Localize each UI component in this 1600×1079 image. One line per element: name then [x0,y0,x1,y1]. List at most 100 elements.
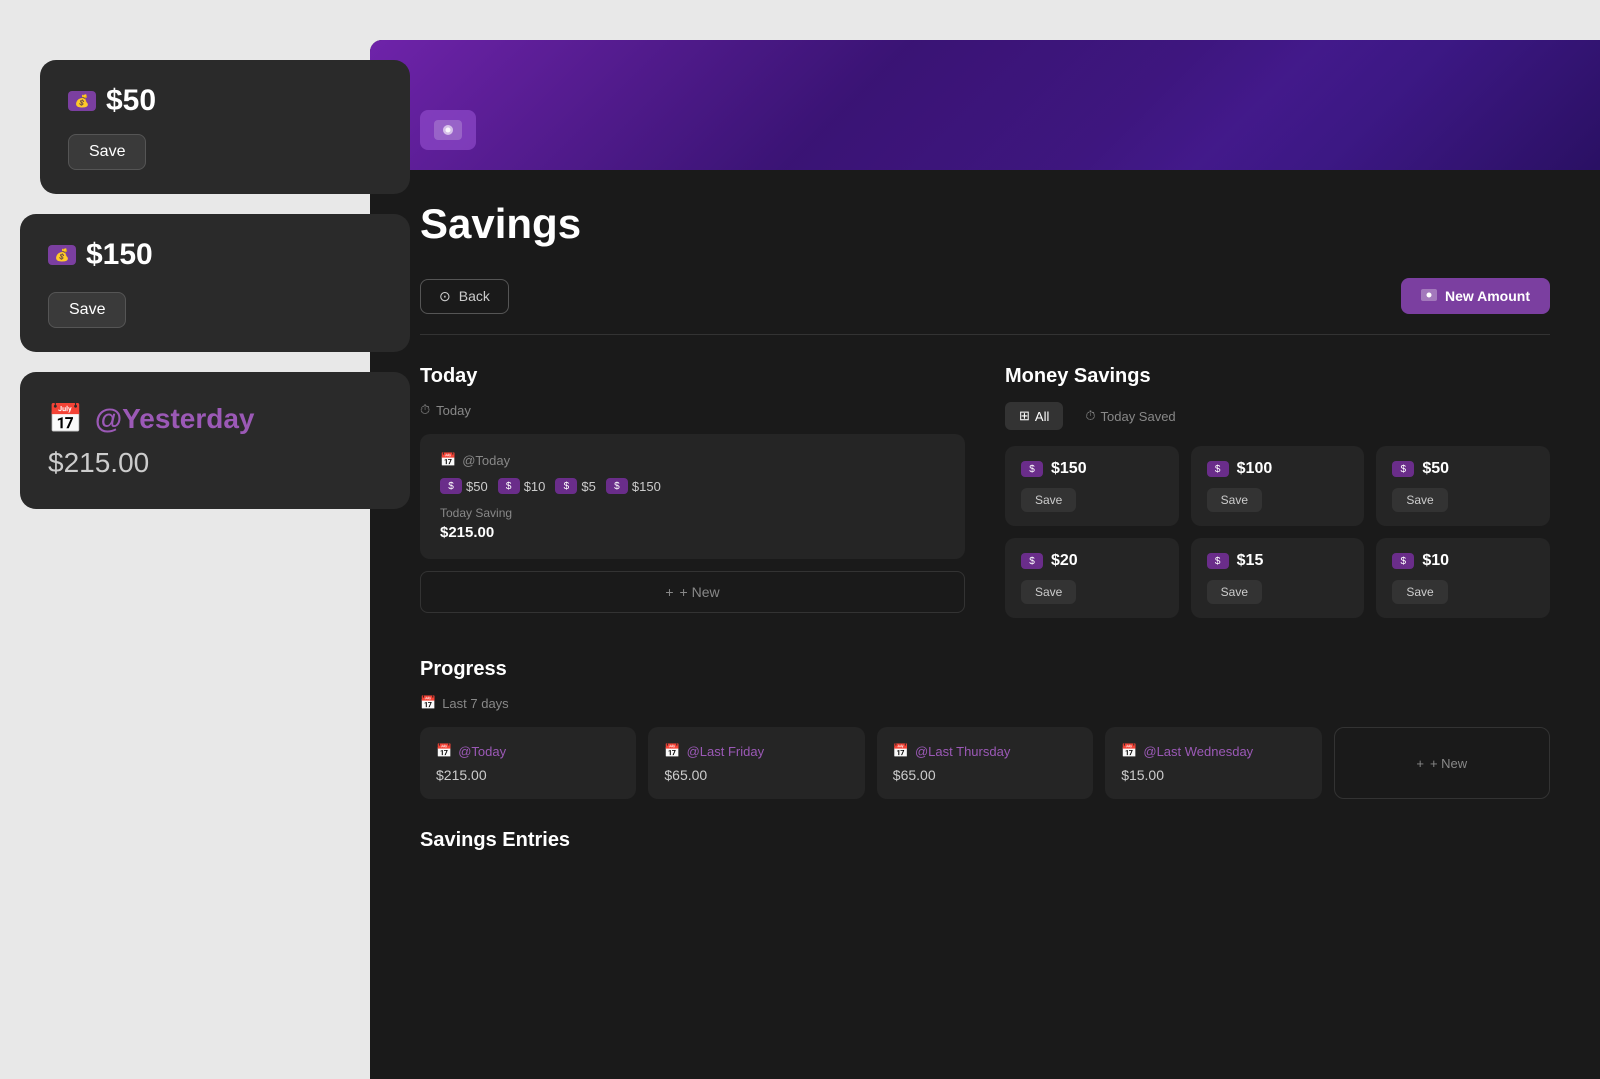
money-save-2[interactable]: Save [1392,488,1447,512]
progress-card-2: 📅 @Last Thursday $65.00 [877,727,1093,799]
progress-card-1: 📅 @Last Friday $65.00 [648,727,864,799]
today-section: Today ⏱ Today 📅 @Today $$50 [420,365,965,618]
plus-icon-prog: + [1416,756,1424,771]
chip-150: $$150 [606,478,661,494]
content-area: Savings ⊙ Back New Amount Today [370,170,1600,1079]
money-amount-4: $15 [1237,552,1264,570]
money-amount-3: $20 [1051,552,1078,570]
progress-value-3: $15.00 [1121,767,1305,783]
money-savings-section: Money Savings ⊞ All ⏱ Today Saved $ [1005,365,1550,618]
money-save-1[interactable]: Save [1207,488,1262,512]
calendar-icon-prog: 📅 [420,695,436,711]
cal-icon-p3: 📅 [1121,743,1137,759]
left-cards: 💰 $50 Save 💰 $150 Save 📅 @Yesterday $215… [0,60,410,529]
chip-5: $$5 [555,478,595,494]
float-card-50: 💰 $50 Save [40,60,410,194]
new-amount-button[interactable]: New Amount [1401,278,1550,314]
tab-all[interactable]: ⊞ All [1005,402,1063,430]
progress-value-0: $215.00 [436,767,620,783]
money-card-0: $ $150 Save [1005,446,1179,526]
saving-label: Today Saving [440,506,945,520]
money-save-4[interactable]: Save [1207,580,1262,604]
float-save-btn-1[interactable]: Save [68,134,146,170]
toolbar: ⊙ Back New Amount [420,278,1550,335]
float-card-yesterday: 📅 @Yesterday $215.00 [20,372,410,509]
cal-icon-p0: 📅 [436,743,452,759]
money-amount-0: $150 [1051,460,1087,478]
today-card: 📅 @Today $$50 $$10 $$5 [420,434,965,559]
two-col-layout: Today ⏱ Today 📅 @Today $$50 [420,365,1550,618]
money-card-5: $ $10 Save [1376,538,1550,618]
savings-tabs: ⊞ All ⏱ Today Saved [1005,402,1550,430]
money-card-4: $ $15 Save [1191,538,1365,618]
main-panel: Savings ⊙ Back New Amount Today [370,40,1600,1079]
savings-entries-title: Savings Entries [420,829,1550,852]
progress-value-2: $65.00 [893,767,1077,783]
money-amount-5: $10 [1422,552,1449,570]
money-card-1: $ $100 Save [1191,446,1365,526]
progress-section: Progress 📅 Last 7 days 📅 @Today $215.00 … [420,658,1550,799]
today-card-header: 📅 @Today [440,452,945,468]
money-card-3: $ $20 Save [1005,538,1179,618]
float-date-label: @Yesterday [95,403,255,435]
money-icon-g0: $ [1021,461,1043,477]
today-amounts: $$50 $$10 $$5 $$150 [440,478,945,494]
cal-icon-p2: 📅 [893,743,909,759]
money-icon: 💰 [68,91,96,111]
money-save-3[interactable]: Save [1021,580,1076,604]
progress-grid: 📅 @Today $215.00 📅 @Last Friday $65.00 📅 [420,727,1550,799]
float-save-btn-2[interactable]: Save [48,292,126,328]
chip-10: $$10 [498,478,546,494]
new-amount-label: New Amount [1445,288,1530,304]
today-title: Today [420,365,965,388]
back-label: Back [459,288,490,304]
float-amount-1: $50 [106,84,156,118]
progress-title: Progress [420,658,1550,681]
progress-card-0: 📅 @Today $215.00 [420,727,636,799]
money-icon-g2: $ [1392,461,1414,477]
float-date-value: $215.00 [48,447,382,479]
banner-overlay [370,40,1600,170]
money-save-0[interactable]: Save [1021,488,1076,512]
progress-value-1: $65.00 [664,767,848,783]
progress-subtitle: 📅 Last 7 days [420,695,1550,711]
money-icon-g1: $ [1207,461,1229,477]
plus-icon: + [665,584,673,600]
money-icon-chip: $ [440,478,462,494]
float-amount-2: $150 [86,238,153,272]
progress-card-3: 📅 @Last Wednesday $15.00 [1105,727,1321,799]
money-icon-chip3: $ [555,478,577,494]
money-icon-chip4: $ [606,478,628,494]
money-savings-title: Money Savings [1005,365,1550,388]
money-card-2: $ $50 Save [1376,446,1550,526]
saving-value: $215.00 [440,524,945,541]
page-title: Savings [420,200,1550,248]
money-icon-g3: $ [1021,553,1043,569]
savings-entries-section: Savings Entries [420,829,1550,852]
money-icon-2: 💰 [48,245,76,265]
grid-icon: ⊞ [1019,408,1030,424]
calendar-icon: 📅 [48,402,83,435]
calendar-icon-sm: 📅 [440,452,456,468]
today-new-button[interactable]: + + New [420,571,965,613]
banner-icon [420,110,476,150]
cal-icon-p1: 📅 [664,743,680,759]
clock-icon-tab: ⏱ [1085,408,1095,424]
money-amount-2: $50 [1422,460,1449,478]
back-icon: ⊙ [439,288,451,305]
money-icon-chip2: $ [498,478,520,494]
new-amount-icon [1421,288,1437,304]
today-subtitle: ⏱ Today [420,402,965,418]
back-button[interactable]: ⊙ Back [420,279,509,314]
float-card-150: 💰 $150 Save [20,214,410,352]
tab-today-saved[interactable]: ⏱ Today Saved [1071,402,1189,430]
banner [370,40,1600,170]
money-icon-g5: $ [1392,553,1414,569]
money-amount-1: $100 [1237,460,1273,478]
chip-50: $$50 [440,478,488,494]
clock-icon: ⏱ [420,402,430,418]
money-grid: $ $150 Save $ $100 Save [1005,446,1550,618]
money-icon-g4: $ [1207,553,1229,569]
money-save-5[interactable]: Save [1392,580,1447,604]
progress-new-button[interactable]: + + New [1334,727,1550,799]
